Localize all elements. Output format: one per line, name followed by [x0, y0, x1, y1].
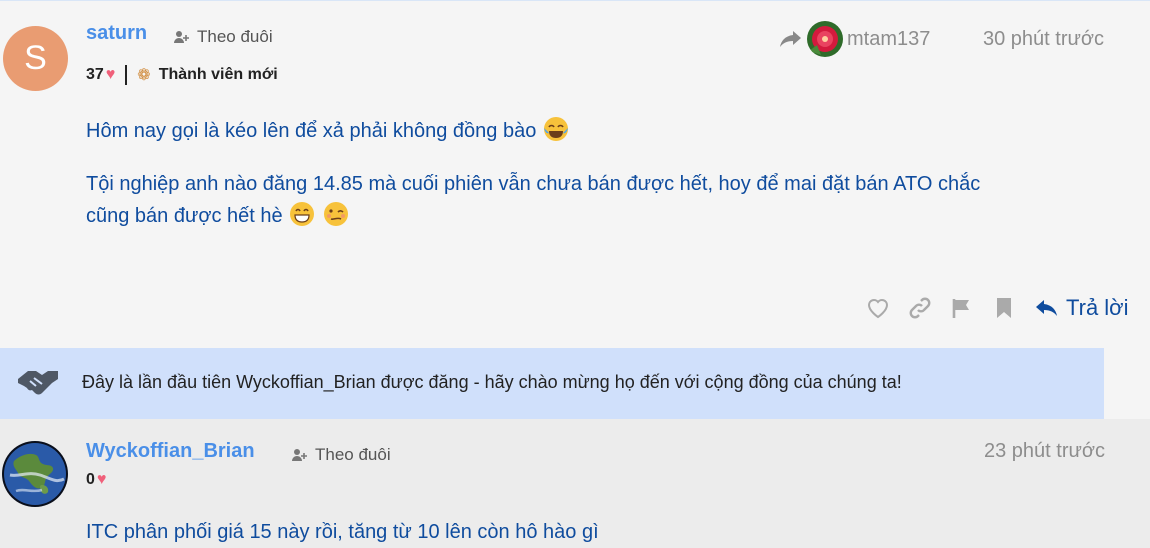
- post-timestamp[interactable]: 23 phút trước: [984, 440, 1105, 463]
- post-line-3: cũng bán được hết hè: [86, 200, 1136, 232]
- username-link[interactable]: Wyckoffian_Brian: [86, 440, 255, 463]
- post-text-3: cũng bán được hết hè: [86, 205, 283, 227]
- follow-label: Theo đuôi: [315, 445, 391, 464]
- reply-arrow-icon: [780, 31, 801, 47]
- reply-to-username: mtam137: [847, 27, 931, 50]
- divider: [125, 65, 128, 85]
- badge-label[interactable]: Thành viên mới: [159, 66, 278, 84]
- handshake-icon: [18, 371, 58, 395]
- avatar[interactable]: S: [3, 26, 68, 91]
- post-text-2: Tội nghiệp anh nào đăng 14.85 mà cuối ph…: [86, 173, 981, 195]
- badge-icon: ❁: [137, 67, 151, 84]
- user-meta: 37 ♥ ❁ Thành viên mới: [86, 65, 278, 85]
- flag-icon[interactable]: [950, 296, 974, 320]
- reply-label: Trả lời: [1066, 295, 1129, 320]
- follow-icon: [292, 449, 307, 461]
- post-line-1: Hôm nay gọi là kéo lên để xả phải không …: [86, 115, 570, 147]
- follow-button[interactable]: Theo đuôi: [173, 27, 273, 47]
- follow-label: Theo đuôi: [197, 27, 273, 46]
- heart-icon: ♥: [105, 66, 116, 83]
- post-text: ITC phân phối giá 15 này rồi, tăng từ 10…: [86, 521, 599, 543]
- reply-button[interactable]: Trả lời: [1034, 295, 1129, 321]
- like-icon[interactable]: [866, 296, 890, 320]
- likes-count: 37: [86, 66, 104, 83]
- post-timestamp[interactable]: 30 phút trước: [983, 28, 1104, 51]
- post-wyckoffian: Wyckoffian_Brian Theo đuôi 0 ♥ 23 phút t…: [0, 419, 1150, 548]
- likes-count: 0: [86, 471, 95, 488]
- heart-icon: ♥: [96, 471, 107, 488]
- post-text-1: Hôm nay gọi là kéo lên để xả phải không …: [86, 120, 537, 142]
- follow-icon: [174, 31, 189, 43]
- avatar[interactable]: [2, 441, 68, 507]
- first-post-notice: Đây là lần đầu tiên Wyckoffian_Brian đượ…: [0, 348, 1104, 419]
- link-icon[interactable]: [908, 296, 932, 320]
- username-link[interactable]: saturn: [86, 22, 147, 45]
- user-meta: 0 ♥: [86, 471, 106, 489]
- reply-to-indicator[interactable]: mtam137: [779, 21, 930, 57]
- grin-emoji-icon: [290, 202, 315, 226]
- woozy-emoji-icon: [323, 202, 348, 226]
- bookmark-icon[interactable]: [992, 296, 1016, 320]
- reply-to-avatar: [807, 21, 843, 57]
- notice-text: Đây là lần đầu tiên Wyckoffian_Brian đượ…: [82, 372, 902, 392]
- post-paragraph-2: Tội nghiệp anh nào đăng 14.85 mà cuối ph…: [86, 168, 1136, 232]
- follow-button[interactable]: Theo đuôi: [291, 445, 391, 465]
- joy-emoji-icon: [543, 117, 568, 141]
- reply-icon: [1036, 300, 1057, 316]
- post-actions: Trả lời: [866, 295, 1129, 321]
- post-saturn: S saturn Theo đuôi 37 ♥ ❁ Thành viên mới…: [0, 0, 1150, 348]
